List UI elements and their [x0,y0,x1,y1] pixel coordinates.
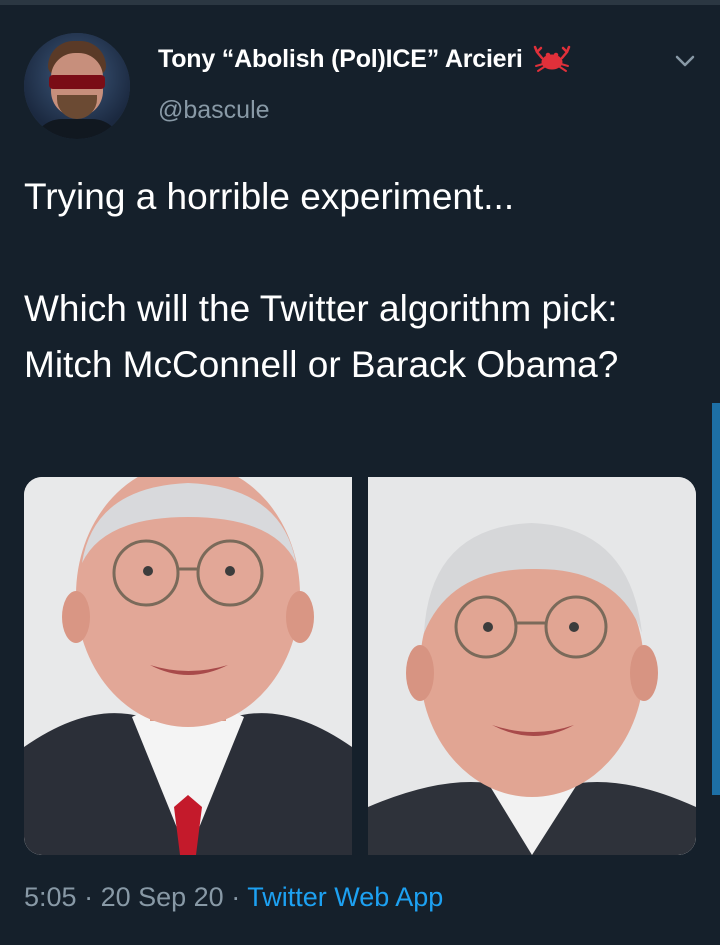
name-row[interactable]: Tony “Abolish (Pol)ICE” Arcieri [158,44,571,74]
media-photo-left[interactable] [24,477,352,855]
scrollbar[interactable] [712,403,720,795]
media-photo-right[interactable] [368,477,696,855]
crab-icon [533,45,570,72]
tweet-text: Trying a horrible experiment... Which wi… [24,176,619,385]
portrait-image [368,477,696,855]
user-handle[interactable]: @bascule [158,96,270,125]
tweet-footer: 5:05 · 20 Sep 20 · Twitter Web App [24,882,443,913]
tweet-header: Tony “Abolish (Pol)ICE” Arcieri @bascule [24,33,704,143]
portrait-image [24,477,352,855]
tweet-time[interactable]: 5:05 [24,882,77,912]
separator: · [84,882,94,912]
tweet-source-link[interactable]: Twitter Web App [247,882,443,912]
tweet-date[interactable]: 20 Sep 20 [101,882,224,912]
tweet-media[interactable] [24,477,696,855]
display-name[interactable]: Tony “Abolish (Pol)ICE” Arcieri [158,45,523,74]
chevron-down-icon[interactable] [674,53,696,69]
separator: · [231,882,241,912]
avatar[interactable] [24,33,130,139]
top-divider [0,0,720,5]
